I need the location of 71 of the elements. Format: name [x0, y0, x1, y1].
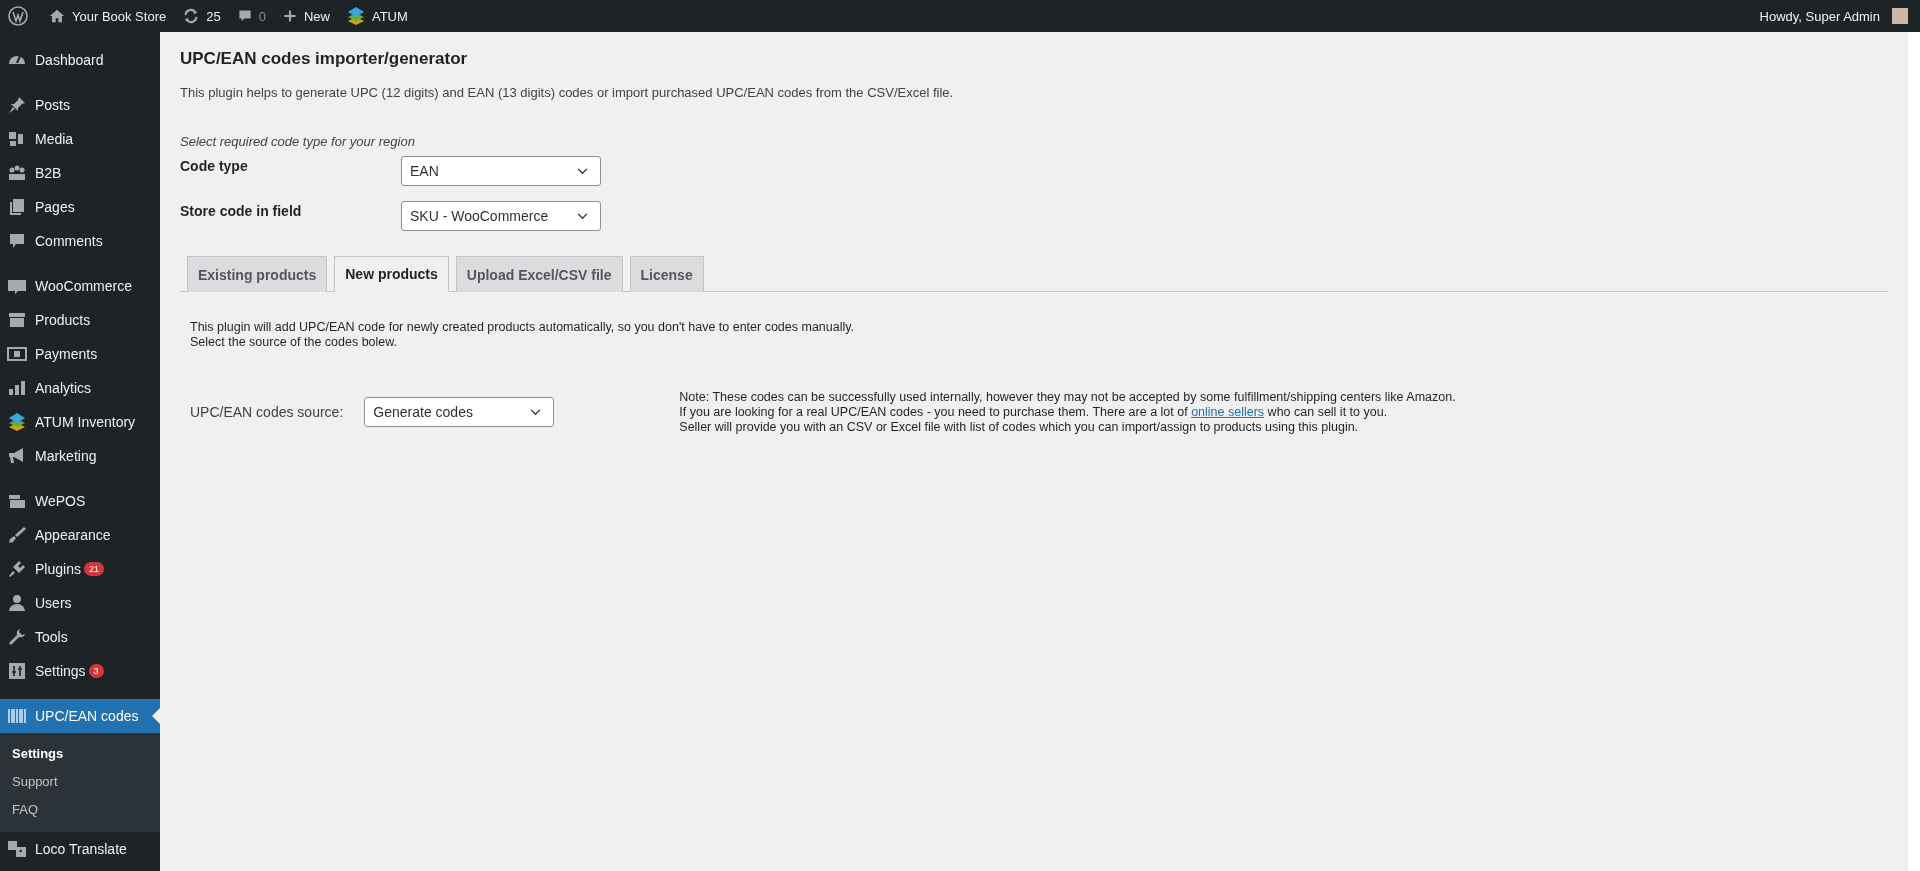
note-text: who can sell it to you.	[1267, 405, 1388, 419]
sliders-icon	[7, 661, 27, 681]
sidebar-item[interactable]: Loco Translate	[0, 832, 160, 866]
count-badge: 3	[88, 664, 104, 678]
field-label: UPC/EAN codes source:	[190, 404, 344, 420]
sidebar-item[interactable]: Settings 3	[0, 654, 160, 688]
wordpress-logo-icon[interactable]	[8, 6, 28, 26]
bar-chart-icon	[7, 378, 27, 398]
tab[interactable]: Existing products	[187, 256, 328, 292]
barcode-icon	[7, 706, 27, 726]
sidebar-item[interactable]: Users	[0, 586, 160, 620]
field-label: Store code in field	[180, 202, 303, 219]
field-label: Code type	[180, 157, 249, 174]
updates-link[interactable]: 25	[182, 7, 221, 25]
chevron-icon	[530, 408, 542, 416]
note-text: Seller will provide you with an CSV or Excel file with list of codes which you can import/assign to products using this plugin.	[679, 420, 1360, 435]
user-icon	[7, 593, 27, 613]
sidebar-item[interactable]: UPC/EAN codes	[0, 699, 160, 733]
home-icon	[48, 7, 66, 25]
sidebar-item[interactable]: Plugins 21	[0, 552, 160, 586]
sidebar-item[interactable]: Appearance	[0, 518, 160, 552]
chevron-icon	[577, 212, 588, 220]
hint-text: Select required code type for your region	[180, 134, 416, 149]
intro-text: This plugin will add UPC/EAN code for newly created products automatically, so you don't have to enter codes manually.	[190, 320, 856, 335]
submenu-item[interactable]: FAQ	[0, 796, 160, 824]
sidebar-item[interactable]: B2B	[0, 156, 160, 190]
sidebar-item[interactable]: Dashboard	[0, 43, 160, 77]
sidebar-item[interactable]: Tools	[0, 620, 160, 654]
sidebar-item[interactable]: Payments	[0, 337, 160, 371]
note-text: Note: These codes can be successfully used internally, however they may not be accepted by some fulfillment/shipping centers like Amazon.	[679, 390, 1456, 405]
sidebar-item[interactable]: Marketing	[0, 439, 160, 473]
translate-icon	[7, 839, 27, 859]
count-badge: 21	[83, 562, 104, 576]
description-text: This plugin helps to generate UPC (12 digits) and EAN (13 digits) codes or import purchased UPC/EAN codes from the CSV/Excel file.	[180, 85, 955, 100]
stacked-layers-icon	[7, 412, 27, 432]
people-icon	[7, 163, 27, 183]
intro-text: Select the source of the codes bolew.	[190, 335, 399, 350]
sidebar-item[interactable]: ATUM Inventory	[0, 405, 160, 439]
wrench-icon	[7, 627, 27, 647]
sidebar-item[interactable]: Media	[0, 122, 160, 156]
paintbrush-icon	[7, 525, 27, 545]
sidebar-item[interactable]: WePOS	[0, 484, 160, 518]
plug-icon	[7, 559, 27, 579]
chevron-icon	[577, 167, 588, 175]
submenu-item[interactable]: Support	[0, 768, 160, 796]
submenu-item[interactable]: Settings	[0, 740, 160, 768]
sidebar-item[interactable]: Posts	[0, 88, 160, 122]
page-title: UPC/EAN codes importer/generator	[180, 49, 469, 69]
dropdown[interactable]: EAN	[401, 156, 601, 186]
dropdown[interactable]: SKU - WooCommerce	[401, 201, 601, 231]
avatar-placeholder	[1892, 8, 1908, 24]
sellers-link[interactable]: online sellers	[1191, 405, 1265, 419]
account-link[interactable]: Howdy, Super Admin	[1759, 8, 1908, 24]
plus-icon	[281, 8, 298, 24]
pages-icon	[7, 197, 27, 217]
site-name-link[interactable]: Your Book Store	[48, 7, 167, 25]
sidebar-item[interactable]: Products	[0, 303, 160, 337]
new-link[interactable]: New	[281, 8, 330, 24]
plugin-menu-link[interactable]: ATUM	[345, 6, 408, 26]
tab[interactable]: New products	[334, 256, 449, 292]
archive-box-icon	[7, 310, 27, 330]
pushpin-icon	[7, 95, 27, 115]
tab[interactable]: License	[629, 256, 704, 292]
comments-link[interactable]: 0	[236, 7, 266, 25]
sidebar-item[interactable]: Pages	[0, 190, 160, 224]
dropdown[interactable]: Generate codes	[364, 397, 555, 427]
sidebar-item[interactable]: Analytics	[0, 371, 160, 405]
note-text: If you are looking for a real UPC/EAN codes - you need to purchase them. There are a lot of	[679, 405, 1188, 419]
sidebar-item[interactable]: WooCommerce	[0, 269, 160, 303]
sidebar-item[interactable]: Comments	[0, 224, 160, 258]
tab[interactable]: Upload Excel/CSV file	[455, 256, 623, 292]
